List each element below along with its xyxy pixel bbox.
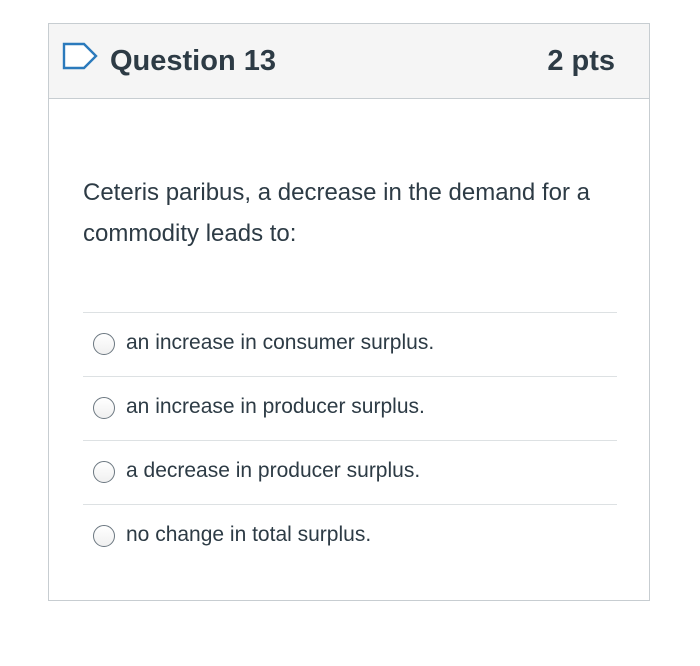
answer-label[interactable]: an increase in producer surplus. xyxy=(126,392,425,422)
answer-option[interactable]: a decrease in producer surplus. xyxy=(83,440,617,504)
answer-label[interactable]: an increase in consumer surplus. xyxy=(126,328,434,358)
answer-option[interactable]: no change in total surplus. xyxy=(83,504,617,568)
answer-option[interactable]: an increase in producer surplus. xyxy=(83,376,617,440)
question-header: Question 13 2 pts xyxy=(49,24,649,99)
question-points: 2 pts xyxy=(547,45,615,77)
question-card: Question 13 2 pts Ceteris paribus, a dec… xyxy=(48,23,650,601)
flag-question-icon[interactable] xyxy=(62,42,98,70)
answer-option[interactable]: an increase in consumer surplus. xyxy=(83,312,617,376)
radio-button[interactable] xyxy=(93,461,115,483)
radio-button[interactable] xyxy=(93,525,115,547)
radio-button[interactable] xyxy=(93,333,115,355)
answer-label[interactable]: no change in total surplus. xyxy=(126,520,371,550)
answer-list: an increase in consumer surplus. an incr… xyxy=(83,312,617,568)
question-text: Ceteris paribus, a decrease in the deman… xyxy=(83,179,590,247)
answer-label[interactable]: a decrease in producer surplus. xyxy=(126,456,420,486)
radio-button[interactable] xyxy=(93,397,115,419)
question-title: Question 13 xyxy=(110,45,276,77)
